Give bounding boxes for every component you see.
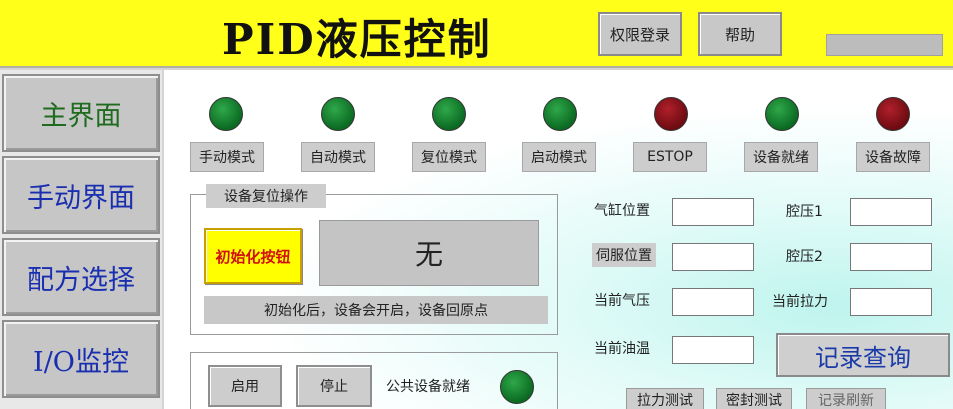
sidebar-item-recipe[interactable]: 配方选择 <box>2 238 160 316</box>
sidebar: 主界面 手动界面 配方选择 I/O监控 <box>0 70 162 409</box>
device-ready-lamp-icon <box>765 97 799 131</box>
login-button[interactable]: 权限登录 <box>598 12 682 56</box>
manual-mode-lamp-icon <box>209 97 243 131</box>
seal-test-button[interactable]: 密封测试 <box>716 388 792 409</box>
stop-button[interactable]: 停止 <box>296 365 372 407</box>
device-ready-label: 设备就绪 <box>744 142 818 172</box>
cavity-pressure-2-field <box>850 243 932 271</box>
tension-test-button[interactable]: 拉力测试 <box>626 388 704 409</box>
device-fault-label: 设备故障 <box>856 142 930 172</box>
reset-mode-label: 复位模式 <box>412 142 486 172</box>
sidebar-item-main[interactable]: 主界面 <box>2 74 160 152</box>
cylinder-position-label: 气缸位置 <box>594 203 650 219</box>
servo-position-label: 伺服位置 <box>592 243 656 267</box>
header-status-field <box>826 34 943 56</box>
oil-temp-label: 当前油温 <box>594 341 650 357</box>
init-note: 初始化后，设备会开启，设备回原点 <box>204 296 548 324</box>
reset-status-display: 无 <box>319 220 539 286</box>
page-title: PID液压控制 <box>222 15 492 64</box>
header-bar: PID液压控制 权限登录 帮助 <box>0 0 953 68</box>
current-tension-label: 当前拉力 <box>772 294 828 310</box>
cavity-pressure-2-label: 腔压2 <box>786 249 823 265</box>
cavity-pressure-1-label: 腔压1 <box>786 204 823 220</box>
reset-group-title: 设备复位操作 <box>206 184 326 208</box>
common-ready-lamp-icon <box>500 370 534 404</box>
common-ready-label: 公共设备就绪 <box>386 379 470 395</box>
cavity-pressure-1-field <box>850 198 932 226</box>
oil-temp-field <box>672 336 754 364</box>
enable-button[interactable]: 启用 <box>208 365 282 407</box>
auto-mode-lamp-icon <box>321 97 355 131</box>
auto-mode-label: 自动模式 <box>301 142 375 172</box>
manual-mode-label: 手动模式 <box>190 142 264 172</box>
reset-mode-lamp-icon <box>432 97 466 131</box>
air-pressure-label: 当前气压 <box>594 293 650 309</box>
estop-lamp-icon <box>654 97 688 131</box>
refresh-record-button[interactable]: 记录刷新 <box>806 388 886 409</box>
start-mode-lamp-icon <box>543 97 577 131</box>
cylinder-position-field <box>672 198 754 226</box>
help-button[interactable]: 帮助 <box>698 12 782 56</box>
main-panel: 手动模式 自动模式 复位模式 启动模式 ESTOP 设备就绪 设备故障 设备复位… <box>164 70 953 409</box>
device-fault-lamp-icon <box>876 97 910 131</box>
servo-position-field <box>672 243 754 271</box>
init-button[interactable]: 初始化按钮 <box>204 228 302 284</box>
sidebar-item-manual[interactable]: 手动界面 <box>2 156 160 234</box>
record-query-button[interactable]: 记录查询 <box>776 333 950 377</box>
estop-label: ESTOP <box>633 142 707 172</box>
current-tension-field <box>850 288 932 316</box>
air-pressure-field <box>672 288 754 316</box>
sidebar-item-io-monitor[interactable]: I/O监控 <box>2 320 160 398</box>
start-mode-label: 启动模式 <box>522 142 596 172</box>
